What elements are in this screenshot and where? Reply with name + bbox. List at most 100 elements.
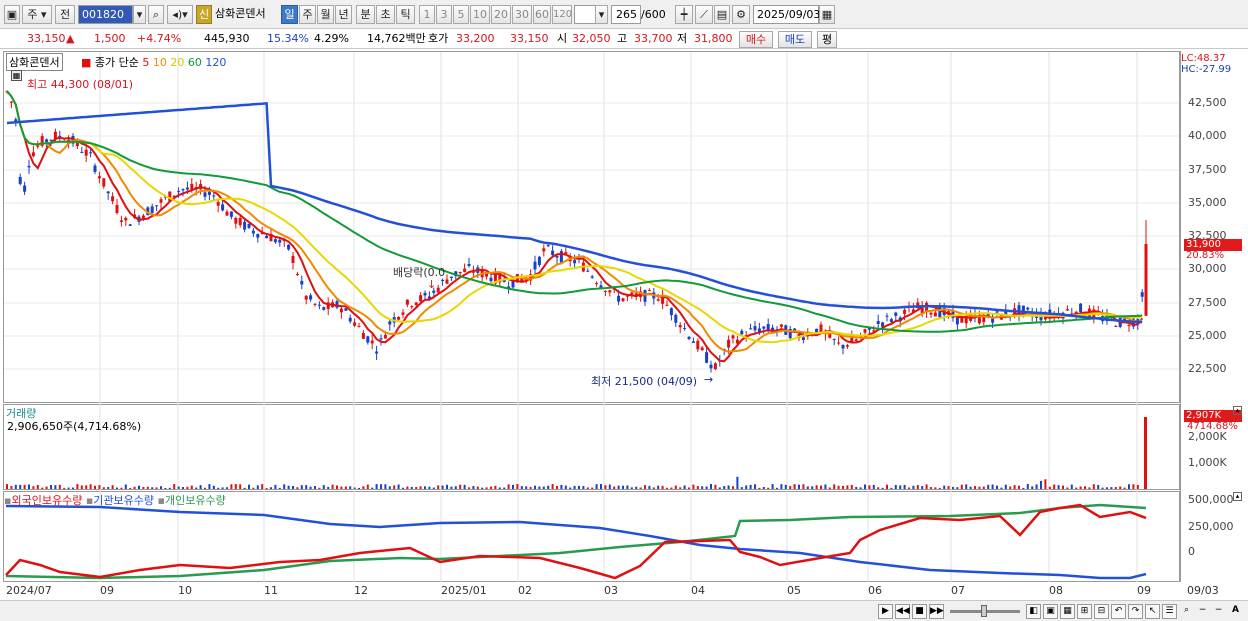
x-axis-label: 10 [178, 584, 192, 597]
zoom-slider-handle[interactable] [981, 605, 987, 617]
price-tick-label: 42,500 [1188, 96, 1227, 109]
candle-body [357, 325, 361, 327]
volume-bar [111, 485, 114, 489]
volume-bar [168, 487, 171, 489]
candle-body [111, 196, 115, 202]
volume-bar [362, 486, 365, 489]
x-axis-label: 04 [691, 584, 705, 597]
candle-body [876, 321, 880, 324]
candle-body [313, 303, 317, 305]
ma5-label[interactable]: 5 [142, 56, 149, 69]
candle-body [687, 336, 691, 339]
individual-holdings-label[interactable]: 개인보유수량 [165, 494, 226, 507]
x-axis-label: 09/03 [1187, 584, 1219, 597]
candle-body [423, 292, 427, 296]
volume-bar [1048, 486, 1051, 489]
candle-body [18, 176, 22, 184]
volume-pane-menu-icon[interactable]: ▴ [1233, 406, 1242, 415]
font-size-icon[interactable]: A [1228, 604, 1243, 619]
volume-bar [283, 484, 286, 489]
volume-bar [824, 484, 827, 489]
grid-toggle-icon[interactable]: ▦ [11, 70, 22, 81]
candle-body [185, 187, 189, 190]
candle-body [229, 211, 233, 217]
scroll-left-icon[interactable]: ◧ [1026, 604, 1041, 619]
candle-body [414, 302, 418, 306]
zoom-search-icon[interactable]: ⌕ [1179, 604, 1194, 619]
volume-bar [868, 485, 871, 489]
volume-bar [331, 484, 334, 489]
ma120-label[interactable]: 120 [205, 56, 226, 69]
volume-bar [674, 485, 677, 489]
volume-bar [384, 484, 387, 489]
volume-bar [50, 485, 52, 489]
stock-name-tag[interactable]: 삼화콘덴서 [6, 53, 63, 71]
zoom-out-icon[interactable]: − [1195, 604, 1210, 619]
volume-bar [1114, 487, 1117, 489]
candle-body [854, 339, 858, 341]
list-icon[interactable]: ☰ [1162, 604, 1177, 619]
volume-bar [94, 485, 96, 489]
volume-bar [28, 484, 30, 489]
chart-layout-icon[interactable]: ⊞ [1077, 604, 1092, 619]
candle-body [467, 264, 471, 267]
candle-body [691, 341, 695, 344]
candle-body [1140, 292, 1144, 297]
volume-bar [811, 486, 814, 489]
volume-bar [982, 486, 985, 489]
volume-bar [732, 486, 734, 489]
fast-forward-icon[interactable]: ▶▶ [929, 604, 944, 619]
undo-icon[interactable]: ↶ [1111, 604, 1126, 619]
candle-body [1127, 325, 1131, 327]
ma60-label[interactable]: 60 [188, 56, 202, 69]
volume-bar [204, 487, 206, 489]
volume-bar [978, 486, 981, 489]
volume-bar [710, 484, 712, 489]
candle-body [93, 165, 97, 172]
candle-body [656, 299, 660, 301]
volume-bar [921, 486, 924, 489]
chart-canvas [4, 52, 1179, 582]
volume-bar [516, 484, 519, 489]
candle-body [9, 101, 13, 103]
scroll-right-icon[interactable]: ▶ [878, 604, 893, 619]
volume-bar [529, 486, 532, 489]
volume-bar [1031, 486, 1034, 489]
candle-body [894, 312, 898, 316]
pointer-icon[interactable]: ↖ [1145, 604, 1160, 619]
volume-bar [1119, 486, 1122, 489]
volume-bar [450, 486, 453, 489]
volume-bar [850, 484, 853, 489]
candle-body [80, 151, 84, 153]
volume-bar [177, 486, 180, 489]
redo-icon[interactable]: ↷ [1128, 604, 1143, 619]
volume-bar [358, 487, 360, 489]
volume-bar [644, 485, 646, 489]
foreign-holdings-label[interactable]: 외국인보유수량 [11, 494, 82, 507]
candle-body [696, 340, 700, 350]
volume-bar [789, 486, 792, 489]
candle-body [383, 334, 387, 339]
split-icon[interactable]: ⊟ [1094, 604, 1109, 619]
candle-body [559, 251, 563, 263]
candle-body [207, 191, 211, 195]
volume-bar [199, 485, 202, 489]
institution-holdings-label[interactable]: 기관보유수량 [93, 494, 154, 507]
rewind-icon[interactable]: ◀◀ [895, 604, 910, 619]
fit-icon[interactable]: ▣ [1043, 604, 1058, 619]
holdings-legend: ▪외국인보유수량 ▪기관보유수량 ▪개인보유수량 [4, 492, 226, 508]
ma20-label[interactable]: 20 [170, 56, 184, 69]
grid-icon[interactable]: ▦ [1060, 604, 1075, 619]
candle-body [436, 287, 440, 293]
volume-bar [657, 485, 660, 489]
stop-icon[interactable]: ■ [912, 604, 927, 619]
candle-body [603, 290, 607, 293]
volume-bar [485, 487, 488, 489]
ma10-label[interactable]: 10 [153, 56, 167, 69]
candle-body [665, 304, 669, 306]
zoom-in-icon[interactable]: − [1211, 604, 1226, 619]
holdings-pane-menu-icon[interactable]: ▴ [1233, 492, 1242, 501]
candle-body [463, 268, 467, 272]
candle-body [1114, 326, 1118, 328]
volume-bar [72, 487, 74, 489]
